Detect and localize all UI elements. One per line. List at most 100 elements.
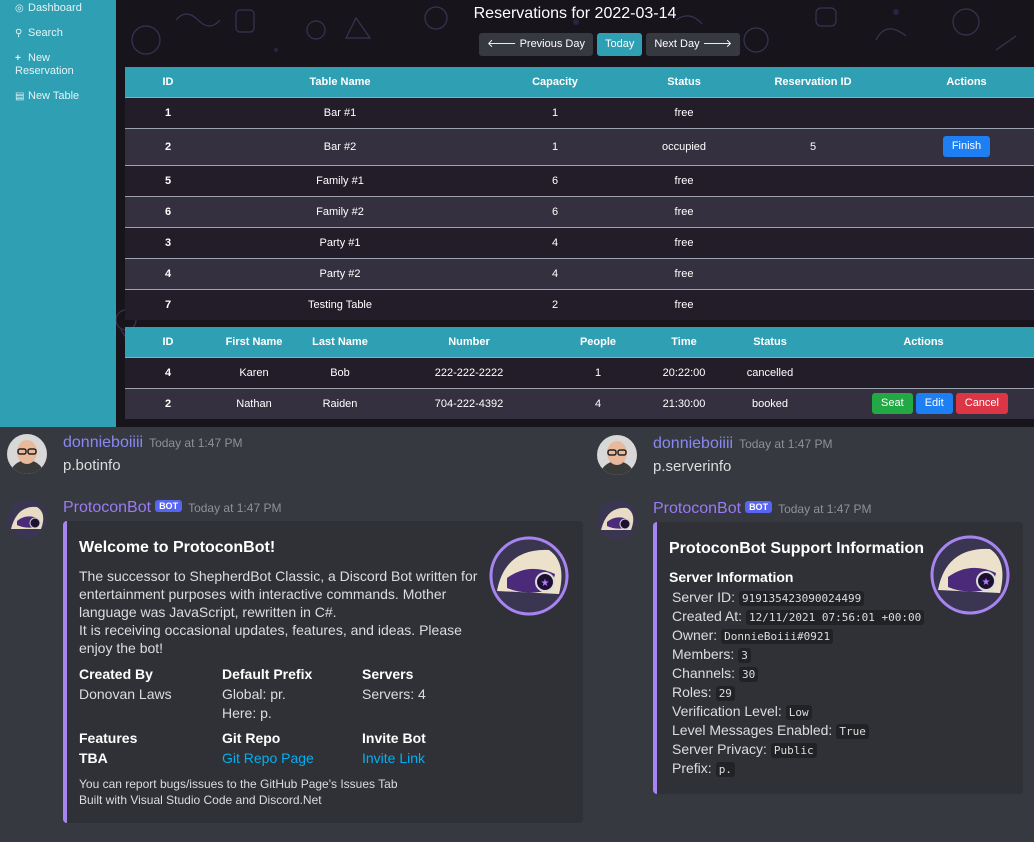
- cell-actions: [813, 356, 1034, 388]
- cell-number: 704-222-4392: [383, 387, 555, 419]
- user-avatar[interactable]: [597, 435, 637, 475]
- cell-id: 2: [125, 127, 211, 165]
- sidebar-item-search[interactable]: ⚲ Search: [0, 27, 116, 40]
- info-label: Level Messages Enabled:: [672, 722, 833, 738]
- bot-avatar[interactable]: [7, 499, 47, 539]
- cell-first-name: Karen: [211, 356, 297, 388]
- timestamp: Today at 1:47 PM: [188, 501, 282, 515]
- previous-day-button[interactable]: 🡐 Previous Day: [479, 33, 593, 56]
- bot-badge: BOT: [745, 501, 773, 513]
- info-value: 919135423090024499: [739, 591, 865, 606]
- reservations-table: ID First Name Last Name Number People Ti…: [125, 327, 1034, 419]
- table-row: 2 Nathan Raiden 704-222-4392 4 21:30:00 …: [125, 387, 1034, 419]
- username[interactable]: donnieboiiii Today at 1:47 PM: [653, 435, 832, 453]
- cell-actions: Finish: [899, 127, 1034, 165]
- message-text: p.serverinfo: [653, 458, 732, 475]
- username-text: donnieboiiii: [63, 434, 144, 451]
- cell-last-name: Raiden: [297, 387, 383, 419]
- next-day-button[interactable]: Next Day 🡒: [646, 33, 741, 56]
- cell-actions: [899, 226, 1034, 258]
- table-row: 4 Party #2 4 free: [125, 257, 1034, 289]
- field-default-prefix-here: Here: p.: [222, 705, 272, 721]
- info-value: 29: [715, 686, 735, 701]
- field-created-by-value: Donovan Laws: [79, 686, 172, 702]
- info-value: p.: [715, 762, 735, 777]
- cell-id: 3: [125, 226, 211, 258]
- username-text: donnieboiiii: [653, 435, 734, 452]
- cell-status: free: [641, 288, 727, 320]
- info-label: Channels:: [672, 665, 736, 681]
- cell-table-name: Bar #2: [211, 127, 469, 165]
- cell-first-name: Nathan: [211, 387, 297, 419]
- embed-description: The successor to ShepherdBot Classic, a …: [79, 568, 478, 656]
- table-row: 2 Bar #2 1 occupied 5 Finish: [125, 127, 1034, 165]
- cell-capacity: 4: [469, 257, 641, 289]
- invite-link[interactable]: Invite Link: [362, 750, 425, 766]
- col-header-last-name: Last Name: [297, 327, 383, 357]
- cell-capacity: 1: [469, 96, 641, 128]
- git-repo-link[interactable]: Git Repo Page: [222, 750, 314, 766]
- cell-id: 4: [125, 257, 211, 289]
- section-server-information: Server Information: [669, 569, 794, 585]
- col-header-first-name: First Name: [211, 327, 297, 357]
- bot-name[interactable]: ProtoconBot BOT Today at 1:47 PM: [653, 500, 871, 518]
- cell-table-name: Party #1: [211, 226, 469, 258]
- cell-capacity: 2: [469, 288, 641, 320]
- sidebar-item-new-table[interactable]: ▤ New Table: [0, 90, 116, 103]
- reservations-header-row: ID First Name Last Name Number People Ti…: [125, 327, 1034, 357]
- info-value: 30: [739, 667, 759, 682]
- cell-id: 4: [125, 356, 211, 388]
- table-row: 3 Party #1 4 free: [125, 226, 1034, 258]
- cell-reservation-id: 5: [727, 127, 899, 165]
- cell-id: 2: [125, 387, 211, 419]
- cell-table-name: Family #1: [211, 164, 469, 196]
- cell-capacity: 4: [469, 226, 641, 258]
- next-day-label: Next Day: [654, 38, 700, 50]
- info-line-members: Members: 3: [672, 645, 751, 664]
- info-line-roles: Roles: 29: [672, 683, 735, 702]
- sidebar-item-dashboard[interactable]: ◎ Dashboard: [0, 2, 116, 15]
- cell-actions: Seat Edit Cancel: [813, 387, 1034, 419]
- info-value: 3: [738, 648, 751, 663]
- bot-badge: BOT: [155, 500, 183, 512]
- today-button[interactable]: Today: [596, 33, 643, 56]
- cell-reservation-id: [727, 96, 899, 128]
- embed-footer-line-2: Built with Visual Studio Code and Discor…: [79, 793, 322, 807]
- tables-header-row: ID Table Name Capacity Status Reservatio…: [125, 67, 1034, 97]
- user-avatar[interactable]: [7, 434, 47, 474]
- finish-button[interactable]: Finish: [942, 136, 991, 157]
- info-line-level-messages: Level Messages Enabled: True: [672, 721, 869, 740]
- cell-number: 222-222-2222: [383, 356, 555, 388]
- cell-status: free: [641, 195, 727, 227]
- field-features-value: TBA: [79, 750, 108, 766]
- embed-thumbnail[interactable]: ★: [489, 536, 569, 616]
- col-header-table-name: Table Name: [211, 67, 469, 97]
- edit-button[interactable]: Edit: [915, 393, 953, 415]
- bot-name[interactable]: ProtoconBot BOT Today at 1:47 PM: [63, 499, 281, 517]
- table-row: 4 Karen Bob 222-222-2222 1 20:22:00 canc…: [125, 356, 1034, 388]
- info-value: DonnieBoiii#0921: [721, 629, 834, 644]
- embed-thumbnail[interactable]: ★: [930, 535, 1010, 615]
- cell-reservation-id: [727, 164, 899, 196]
- seat-button[interactable]: Seat: [872, 393, 913, 415]
- bot-name-text: ProtoconBot: [63, 499, 152, 516]
- info-value: Public: [770, 743, 817, 758]
- table-row: 7 Testing Table 2 free: [125, 288, 1034, 320]
- cell-id: 1: [125, 96, 211, 128]
- username[interactable]: donnieboiiii Today at 1:47 PM: [63, 434, 242, 452]
- sidebar-item-new-reservation[interactable]: + New Reservation: [0, 52, 100, 78]
- col-header-time: Time: [641, 327, 727, 357]
- cell-status: free: [641, 164, 727, 196]
- cell-actions: [899, 257, 1034, 289]
- cancel-button[interactable]: Cancel: [955, 393, 1008, 415]
- cell-table-name: Party #2: [211, 257, 469, 289]
- svg-text:★: ★: [541, 578, 550, 589]
- info-label: Roles:: [672, 684, 712, 700]
- bot-avatar[interactable]: [597, 500, 637, 540]
- col-header-capacity: Capacity: [469, 67, 641, 97]
- cell-people: 1: [555, 356, 641, 388]
- info-value: 12/11/2021 07:56:01 +00:00: [746, 610, 925, 625]
- table-row: 1 Bar #1 1 free: [125, 96, 1034, 128]
- col-header-actions: Actions: [813, 327, 1034, 357]
- cell-table-name: Bar #1: [211, 96, 469, 128]
